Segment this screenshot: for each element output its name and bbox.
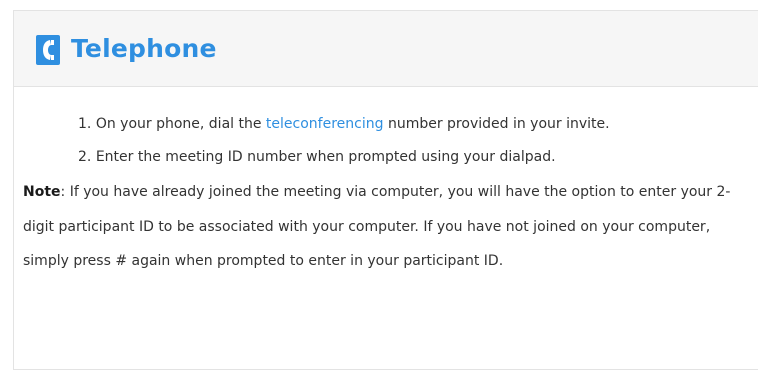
telephone-panel: Telephone 1. On your phone, dial the tel…: [13, 10, 758, 370]
step-text: On your phone, dial the: [95, 116, 262, 132]
step-number: 2.: [78, 149, 92, 165]
note-label: Note: [23, 184, 61, 200]
step-text: number provided in your invite.: [387, 116, 610, 132]
panel-body: 1. On your phone, dial the teleconferenc…: [14, 108, 758, 279]
steps-list: 1. On your phone, dial the teleconferenc…: [78, 108, 758, 174]
note-paragraph: Note: If you have already joined the mee…: [23, 175, 748, 279]
phone-icon: [36, 35, 60, 65]
step-item: 1. On your phone, dial the teleconferenc…: [78, 108, 758, 141]
note-text: : If you have already joined the meeting…: [23, 184, 731, 269]
step-number: 1.: [78, 116, 92, 132]
teleconferencing-link[interactable]: teleconferencing: [266, 116, 384, 132]
step-item: 2. Enter the meeting ID number when prom…: [78, 141, 758, 174]
step-text: Enter the meeting ID number when prompte…: [95, 149, 556, 165]
panel-title: Telephone: [71, 34, 217, 63]
panel-header: Telephone: [14, 11, 758, 87]
